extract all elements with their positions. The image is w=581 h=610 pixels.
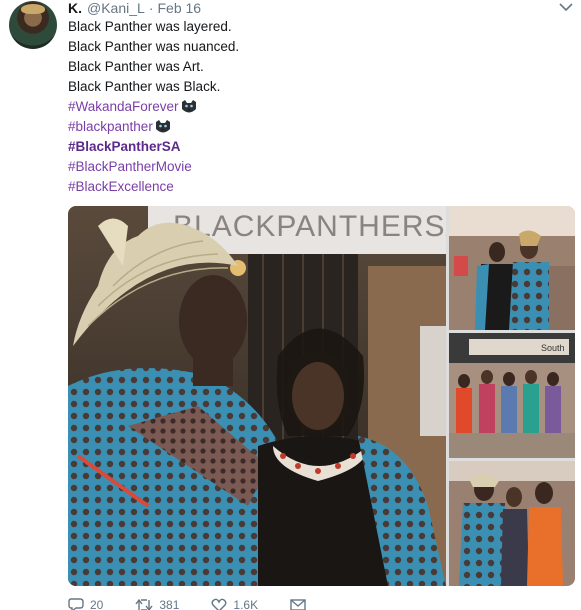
tweet-text: Black Panther was layered. Black Panther… xyxy=(68,17,239,197)
main-photo[interactable]: BLACKPANTHERSA xyxy=(68,206,446,586)
hashtag-link[interactable]: #BlackPantherSA xyxy=(68,137,181,157)
tweet-line: Black Panther was layered. xyxy=(68,19,232,34)
tweet-header: K. @Kani_L · Feb 16 xyxy=(68,0,201,16)
hashtag-line: #BlackExcellence xyxy=(68,177,239,197)
chevron-down-icon[interactable] xyxy=(559,2,573,12)
display-name[interactable]: K. xyxy=(68,0,82,16)
reply-button[interactable]: 20 xyxy=(68,598,103,610)
hashtag-link[interactable]: #BlackPantherMovie xyxy=(68,157,192,177)
message-button[interactable] xyxy=(290,599,306,610)
like-count: 1.6K xyxy=(233,598,259,610)
tweet[interactable]: K. @Kani_L · Feb 16 Black Panther was la… xyxy=(0,0,581,610)
hashtag-line: #BlackPantherSA xyxy=(68,137,239,157)
reply-count: 20 xyxy=(90,598,104,610)
tweet-actions: 20 381 1.6K xyxy=(68,598,338,610)
tweet-date[interactable]: Feb 16 xyxy=(157,0,201,16)
like-button[interactable]: 1.6K xyxy=(211,598,258,610)
tweet-line: Black Panther was nuanced. xyxy=(68,39,240,54)
side-photo[interactable]: South xyxy=(449,333,575,458)
black-panther-emoji-icon xyxy=(180,99,198,115)
reply-icon xyxy=(68,598,84,610)
hashtag-link[interactable]: #blackpanther xyxy=(68,117,153,137)
side-photo[interactable] xyxy=(449,206,575,330)
media-grid[interactable]: BLACKPANTHERSA South xyxy=(68,206,575,586)
retweet-count: 381 xyxy=(159,598,180,610)
retweet-icon xyxy=(135,598,153,610)
side-photo[interactable] xyxy=(449,461,575,586)
sign-text: BLACKPANTHERSA xyxy=(173,210,446,243)
tweet-line: Black Panther was Black. xyxy=(68,79,221,94)
hashtag-line: #BlackPantherMovie xyxy=(68,157,239,177)
hashtag-line: #blackpanther xyxy=(68,117,239,137)
retweet-button[interactable]: 381 xyxy=(135,598,179,610)
heart-icon xyxy=(211,598,227,610)
hashtag-link[interactable]: #BlackExcellence xyxy=(68,177,174,197)
separator: · xyxy=(148,0,154,16)
user-handle[interactable]: @Kani_L xyxy=(87,0,145,16)
side-sign-text: South xyxy=(541,343,565,353)
avatar[interactable] xyxy=(9,1,57,49)
hashtag-line: #WakandaForever xyxy=(68,97,239,117)
mail-icon xyxy=(290,599,306,610)
hashtag-link[interactable]: #WakandaForever xyxy=(68,97,179,117)
tweet-line: Black Panther was Art. xyxy=(68,59,204,74)
black-panther-emoji-icon xyxy=(154,119,172,135)
